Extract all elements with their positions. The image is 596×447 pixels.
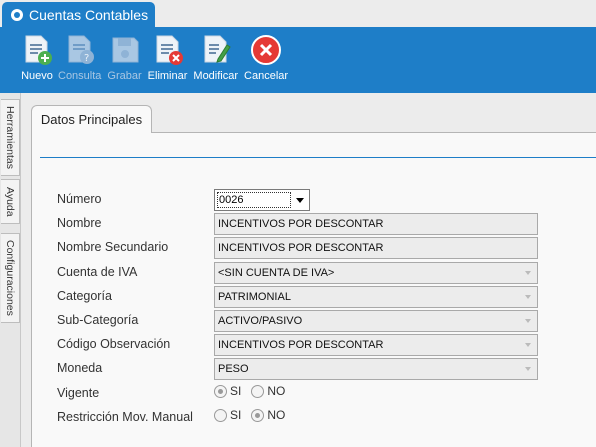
grabar-label: Grabar	[107, 70, 142, 82]
nombre-row: Nombre INCENTIVOS POR DESCONTAR	[57, 213, 557, 235]
codigo-observacion-label: Código Observación	[57, 337, 171, 351]
document-add-icon	[25, 35, 52, 65]
app-icon	[11, 9, 23, 21]
side-tab-configuraciones[interactable]: Configuraciones	[1, 233, 20, 323]
restriccion-label: Restricción Mov. Manual	[57, 410, 193, 424]
grabar-button[interactable]: Grabar	[107, 27, 142, 93]
floppy-disk-icon	[112, 37, 139, 63]
document-query-icon: ?	[68, 35, 94, 64]
section-divider	[40, 157, 596, 158]
cancelar-button[interactable]: Cancelar	[244, 27, 288, 93]
side-tab-configuraciones-label: Configuraciones	[4, 240, 16, 316]
categoria-label: Categoría	[57, 289, 112, 303]
chevron-down-icon	[525, 295, 531, 299]
sub-categoria-label: Sub-Categoría	[57, 313, 139, 327]
restriccion-si-radio[interactable]: SI	[214, 408, 241, 422]
eliminar-label: Eliminar	[147, 70, 188, 82]
document-delete-icon	[156, 35, 183, 65]
moneda-label: Moneda	[57, 361, 103, 375]
radio-selected-icon	[251, 408, 265, 422]
side-tab-bar: Herramientas Ayuda Configuraciones	[0, 93, 21, 447]
nombre-label: Nombre	[57, 216, 102, 230]
codigo-observacion-row: Código Observación INCENTIVOS POR DESCON…	[57, 334, 557, 356]
radio-unselected-icon	[214, 408, 227, 422]
side-tab-herramientas-label: Herramientas	[4, 105, 16, 170]
moneda-select[interactable]: PESO	[214, 358, 538, 380]
sub-categoria-value: ACTIVO/PASIVO	[218, 315, 303, 327]
document-edit-icon	[204, 35, 231, 63]
consulta-label: Consulta	[58, 70, 102, 82]
restriccion-no-label: NO	[267, 408, 286, 422]
numero-row: Número 0026	[57, 189, 557, 211]
moneda-value: PESO	[218, 363, 249, 375]
side-tab-ayuda-label: Ayuda	[4, 186, 16, 217]
sub-categoria-row: Sub-Categoría ACTIVO/PASIVO	[57, 310, 557, 332]
numero-value: 0026	[217, 192, 291, 208]
cuenta-iva-value: <SIN CUENTA DE IVA>	[218, 267, 335, 279]
side-tab-herramientas[interactable]: Herramientas	[1, 99, 20, 176]
nombre-secundario-field[interactable]: INCENTIVOS POR DESCONTAR	[214, 237, 538, 259]
chevron-down-icon	[296, 198, 304, 203]
restriccion-row: Restricción Mov. Manual SI NO	[57, 407, 557, 429]
window-tab-cuentas-contables[interactable]: Cuentas Contables	[2, 2, 155, 28]
restriccion-si-label: SI	[230, 408, 242, 422]
modificar-label: Modificar	[193, 70, 239, 82]
vigente-no-label: NO	[267, 384, 286, 398]
window-tab-strip: Cuentas Contables	[0, 0, 596, 28]
consulta-button[interactable]: ? Consulta	[58, 27, 101, 93]
eliminar-button[interactable]: Eliminar	[147, 27, 188, 93]
cancel-icon	[251, 35, 282, 65]
nuevo-button[interactable]: Nuevo	[20, 27, 54, 93]
codigo-observacion-value: INCENTIVOS POR DESCONTAR	[218, 339, 384, 351]
vigente-no-radio[interactable]: NO	[251, 384, 285, 398]
vigente-row: Vigente SI NO	[57, 383, 557, 405]
side-tab-ayuda[interactable]: Ayuda	[1, 179, 20, 224]
cancelar-label: Cancelar	[244, 70, 289, 82]
radio-unselected-icon	[251, 384, 265, 398]
nuevo-label: Nuevo	[21, 70, 53, 82]
chevron-down-icon	[525, 343, 531, 347]
sub-categoria-select[interactable]: ACTIVO/PASIVO	[214, 310, 538, 332]
vigente-si-label: SI	[230, 384, 242, 398]
numero-dropdown[interactable]: 0026	[214, 189, 310, 211]
svg-text:?: ?	[84, 53, 89, 64]
chevron-down-icon	[525, 319, 531, 323]
categoria-select[interactable]: PATRIMONIAL	[214, 286, 538, 308]
restriccion-no-radio[interactable]: NO	[251, 408, 285, 422]
numero-label: Número	[57, 192, 102, 206]
cuenta-iva-label: Cuenta de IVA	[57, 265, 138, 279]
vigente-radio-group: SI NO	[214, 384, 295, 398]
moneda-row: Moneda PESO	[57, 358, 557, 380]
window-tab-title: Cuentas Contables	[29, 7, 149, 23]
cuenta-iva-select[interactable]: <SIN CUENTA DE IVA>	[214, 262, 538, 284]
categoria-value: PATRIMONIAL	[218, 291, 291, 303]
nombre-field[interactable]: INCENTIVOS POR DESCONTAR	[214, 213, 538, 235]
vigente-si-radio[interactable]: SI	[214, 384, 241, 398]
cuenta-iva-row: Cuenta de IVA <SIN CUENTA DE IVA>	[57, 262, 557, 284]
chevron-down-icon	[525, 367, 531, 371]
restriccion-radio-group: SI NO	[214, 408, 295, 422]
tab-datos-principales[interactable]: Datos Principales	[31, 105, 152, 133]
nombre-secundario-label: Nombre Secundario	[57, 240, 169, 254]
nombre-secundario-row: Nombre Secundario INCENTIVOS POR DESCONT…	[57, 237, 557, 259]
toolbar: Nuevo ? Consulta Grabar Eliminar Modific…	[0, 27, 596, 93]
radio-selected-icon	[214, 384, 227, 398]
codigo-observacion-select[interactable]: INCENTIVOS POR DESCONTAR	[214, 334, 538, 356]
chevron-down-icon	[525, 271, 531, 275]
categoria-row: Categoría PATRIMONIAL	[57, 286, 557, 308]
vigente-label: Vigente	[57, 386, 100, 400]
modificar-button[interactable]: Modificar	[193, 27, 238, 93]
